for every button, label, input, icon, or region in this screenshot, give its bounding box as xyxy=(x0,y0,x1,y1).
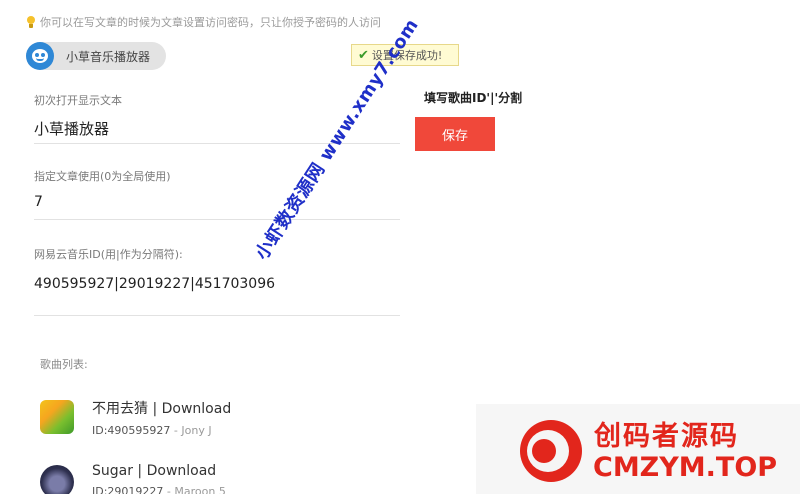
checkmark-icon: ✔ xyxy=(358,47,369,63)
lightbulb-icon xyxy=(26,15,36,29)
list-item[interactable]: Sugar | Download ID:29019227 - Maroon 5 xyxy=(40,463,226,494)
post-id-input[interactable]: 7 xyxy=(34,194,400,210)
plugin-name: 小草音乐播放器 xyxy=(66,49,151,64)
song-ids-field[interactable]: 网易云音乐ID(用|作为分隔符): 490595927|29019227|451… xyxy=(34,246,400,316)
song-id: ID:29019227 xyxy=(92,485,164,494)
brand-watermark-en: CMZYM.TOP xyxy=(593,452,778,483)
brand-watermark-cn: 创码者源码 xyxy=(594,421,739,452)
song-list-title: 歌曲列表: xyxy=(40,358,88,371)
list-item[interactable]: 不用去猜 | Download ID:490595927 - Jony J xyxy=(40,398,231,437)
album-cover-icon xyxy=(40,465,74,494)
post-id-label: 指定文章使用(0为全局使用) xyxy=(34,170,171,183)
post-id-field[interactable]: 指定文章使用(0为全局使用) 7 xyxy=(34,168,400,220)
plugin-tag[interactable]: 小草音乐播放器 xyxy=(26,42,166,70)
save-button[interactable]: 保存 xyxy=(415,117,495,151)
song-title[interactable]: 不用去猜 | Download xyxy=(92,398,231,418)
song-ids-label: 网易云音乐ID(用|作为分隔符): xyxy=(34,248,183,261)
password-hint: 你可以在写文章的时候为文章设置访问密码，只让你授予密码的人访问 xyxy=(26,14,381,30)
song-id: ID:490595927 xyxy=(92,424,171,437)
song-title[interactable]: Sugar | Download xyxy=(92,463,226,479)
hint-text: 你可以在写文章的时候为文章设置访问密码，只让你授予密码的人访问 xyxy=(40,16,381,29)
song-artist: - Jony J xyxy=(173,424,212,437)
song-ids-input[interactable]: 490595927|29019227|451703096 xyxy=(34,276,400,292)
plugin-logo-icon xyxy=(26,42,54,70)
album-cover-icon xyxy=(40,400,74,434)
song-artist: - Maroon 5 xyxy=(166,485,226,494)
song-id-instructions: 填写歌曲ID'|'分割 xyxy=(424,91,523,105)
brand-logo-icon xyxy=(520,420,582,482)
